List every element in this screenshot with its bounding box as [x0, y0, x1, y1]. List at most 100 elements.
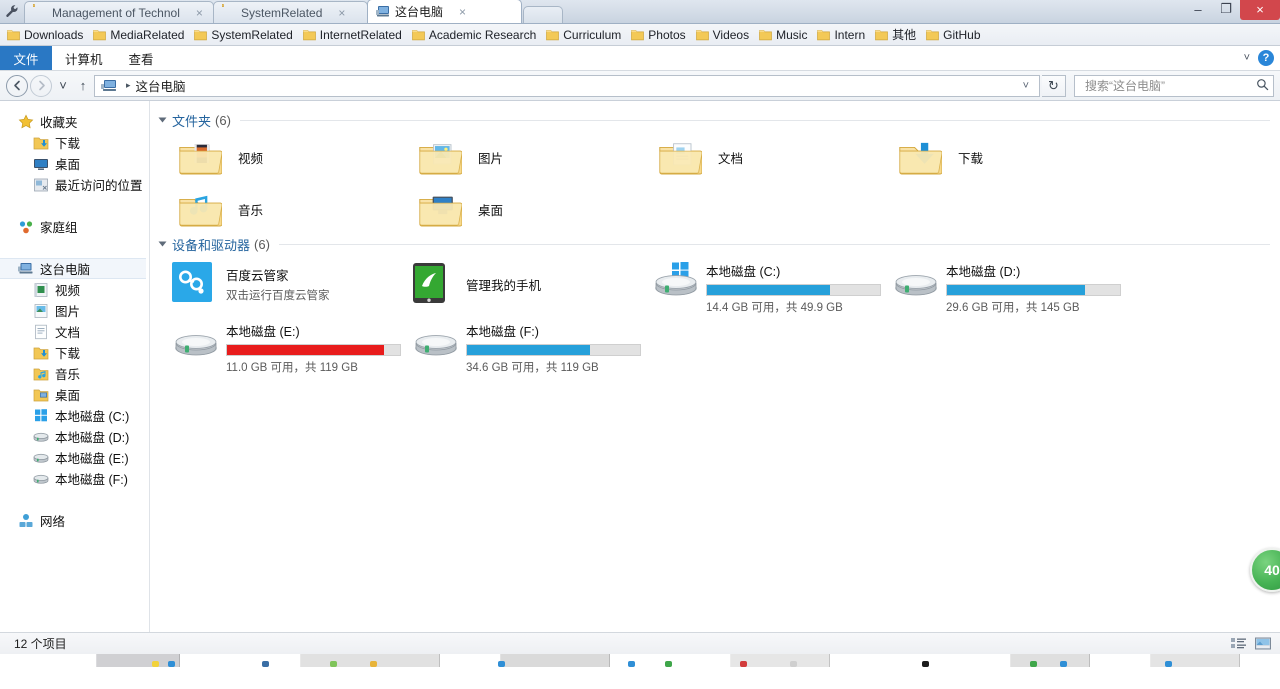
minimize-button[interactable]: –	[1184, 0, 1212, 19]
folder-item[interactable]: 下载	[878, 133, 1118, 181]
folder-item[interactable]: 文档	[638, 133, 878, 181]
taskbar-icon-9[interactable]	[790, 661, 797, 667]
favorite-item-10[interactable]: 其他	[872, 25, 923, 45]
taskbar-icon-12[interactable]	[1060, 661, 1067, 667]
browser-tab-1[interactable]: SystemRelated ×	[213, 1, 368, 23]
collapse-triangle-icon[interactable]	[158, 241, 167, 247]
favorite-item-0[interactable]: Downloads	[4, 25, 90, 45]
device-item[interactable]: 百度云管家 双击运行百度云管家	[158, 259, 398, 309]
favorite-item-7[interactable]: Videos	[693, 25, 756, 45]
group-header-0[interactable]: 文件夹 (6)	[158, 109, 1280, 131]
floating-badge[interactable]: 40	[1250, 548, 1280, 592]
browser-tab-0[interactable]: Management of Technol ×	[24, 1, 214, 23]
nav-item-label: 本地磁盘 (F:)	[55, 473, 128, 487]
nav-item-2-9[interactable]: 本地磁盘 (F:)	[0, 468, 149, 489]
nav-item-2-4[interactable]: 音乐	[0, 363, 149, 384]
refresh-button[interactable]: ↻	[1042, 74, 1066, 97]
drive-item[interactable]: 本地磁盘 (C:) 14.4 GB 可用，共 49.9 GB	[638, 259, 881, 314]
taskbar-icon-1[interactable]	[168, 661, 175, 667]
folder-item[interactable]: 桌面	[398, 185, 638, 233]
nav-item-0-0[interactable]: 下载	[0, 132, 149, 153]
favorite-item-1[interactable]: MediaRelated	[90, 25, 191, 45]
breadcrumb-current[interactable]: 这台电脑	[136, 76, 186, 95]
chevron-down-icon[interactable]: ˅	[1244, 52, 1250, 64]
taskbar-window-4[interactable]	[1010, 654, 1090, 667]
folder-item[interactable]: 音乐	[158, 185, 398, 233]
taskbar-icon-6[interactable]	[628, 661, 635, 667]
favorite-item-9[interactable]: Intern	[814, 25, 872, 45]
nav-section-0[interactable]: 收藏夹	[0, 111, 149, 132]
search-box[interactable]	[1074, 74, 1274, 97]
wrench-icon[interactable]	[0, 0, 24, 23]
nav-item-0-2[interactable]: 最近访问的位置	[0, 174, 149, 195]
taskbar-icon-5[interactable]	[498, 661, 505, 667]
search-input[interactable]	[1083, 77, 1256, 94]
folder-icon	[93, 29, 107, 41]
favorite-item-3[interactable]: InternetRelated	[300, 25, 409, 45]
folder-item[interactable]: 图片	[398, 133, 638, 181]
breadcrumb[interactable]: ▸ 这台电脑 ˅	[94, 74, 1040, 97]
back-button[interactable]	[6, 74, 28, 97]
taskbar-icon-0[interactable]	[152, 661, 159, 667]
details-view-icon[interactable]	[1227, 635, 1249, 653]
browser-tab-2[interactable]: 这台电脑 ×	[367, 0, 522, 23]
nav-item-2-6[interactable]: 本地磁盘 (C:)	[0, 405, 149, 426]
menu-file[interactable]: 文件	[0, 46, 52, 70]
tab-close-icon[interactable]: ×	[459, 6, 466, 18]
drive-item[interactable]: 本地磁盘 (E:) 11.0 GB 可用，共 119 GB	[158, 319, 401, 374]
favorite-item-5[interactable]: Curriculum	[543, 25, 628, 45]
taskbar-icon-8[interactable]	[740, 661, 747, 667]
menu-computer[interactable]: 计算机	[52, 46, 116, 70]
collapse-triangle-icon[interactable]	[158, 117, 167, 123]
magnifier-icon[interactable]	[1256, 78, 1269, 94]
nav-item-2-2[interactable]: 文档	[0, 321, 149, 342]
group-header-1[interactable]: 设备和驱动器 (6)	[158, 233, 1280, 255]
favorite-item-2[interactable]: SystemRelated	[191, 25, 299, 45]
device-item-text: 管理我的手机	[466, 275, 541, 294]
nav-item-2-5[interactable]: 桌面	[0, 384, 149, 405]
nav-item-2-1[interactable]: 图片	[0, 300, 149, 321]
device-item[interactable]: 管理我的手机	[398, 259, 638, 309]
large-icons-view-icon[interactable]	[1252, 635, 1274, 653]
taskbar-icon-7[interactable]	[665, 661, 672, 667]
close-window-button[interactable]: ×	[1240, 0, 1280, 20]
taskbar-icon-4[interactable]	[370, 661, 377, 667]
menu-view[interactable]: 查看	[116, 46, 167, 70]
recent-locations-button[interactable]: ˅	[54, 75, 72, 97]
folder-item[interactable]: 视频	[158, 133, 398, 181]
drive-name: 本地磁盘 (C:)	[706, 265, 781, 279]
maximize-button[interactable]: ❐	[1212, 0, 1240, 19]
taskbar[interactable]	[0, 654, 1280, 667]
nav-item-2-0[interactable]: 视频	[0, 279, 149, 300]
nav-section-1[interactable]: 家庭组	[0, 216, 149, 237]
drive-item[interactable]: 本地磁盘 (F:) 34.6 GB 可用，共 119 GB	[398, 319, 641, 374]
taskbar-icon-10[interactable]	[922, 661, 929, 667]
forward-button[interactable]	[30, 74, 52, 97]
help-icon[interactable]: ?	[1258, 50, 1274, 66]
drive-info: 本地磁盘 (D:) 29.6 GB 可用，共 145 GB	[946, 259, 1121, 315]
tab-close-icon[interactable]: ×	[196, 7, 203, 19]
nav-item-2-8[interactable]: 本地磁盘 (E:)	[0, 447, 149, 468]
nav-item-0-1[interactable]: 桌面	[0, 153, 149, 174]
favorite-item-4[interactable]: Academic Research	[409, 25, 543, 45]
folder-icon	[412, 29, 425, 41]
tab-close-icon[interactable]: ×	[338, 7, 345, 19]
new-tab-button[interactable]	[523, 6, 563, 23]
taskbar-icon-2[interactable]	[262, 661, 269, 667]
nav-item-2-3[interactable]: 下载	[0, 342, 149, 363]
taskbar-window-2[interactable]	[500, 654, 610, 667]
up-one-level-button[interactable]: ↑	[74, 75, 92, 97]
breadcrumb-dropdown-icon[interactable]: ˅	[1017, 80, 1035, 92]
taskbar-window-5[interactable]	[1150, 654, 1240, 667]
taskbar-icon-13[interactable]	[1165, 661, 1172, 667]
nav-section-2[interactable]: 这台电脑	[0, 258, 146, 279]
folder-icon	[546, 29, 560, 41]
taskbar-icon-3[interactable]	[330, 661, 337, 667]
taskbar-icon-11[interactable]	[1030, 661, 1037, 667]
favorite-item-6[interactable]: Photos	[628, 25, 692, 45]
favorite-item-11[interactable]: GitHub	[923, 25, 987, 45]
favorite-item-8[interactable]: Music	[756, 25, 814, 45]
drive-item[interactable]: 本地磁盘 (D:) 29.6 GB 可用，共 145 GB	[878, 259, 1121, 314]
nav-section-3[interactable]: 网络	[0, 510, 149, 531]
nav-item-2-7[interactable]: 本地磁盘 (D:)	[0, 426, 149, 447]
